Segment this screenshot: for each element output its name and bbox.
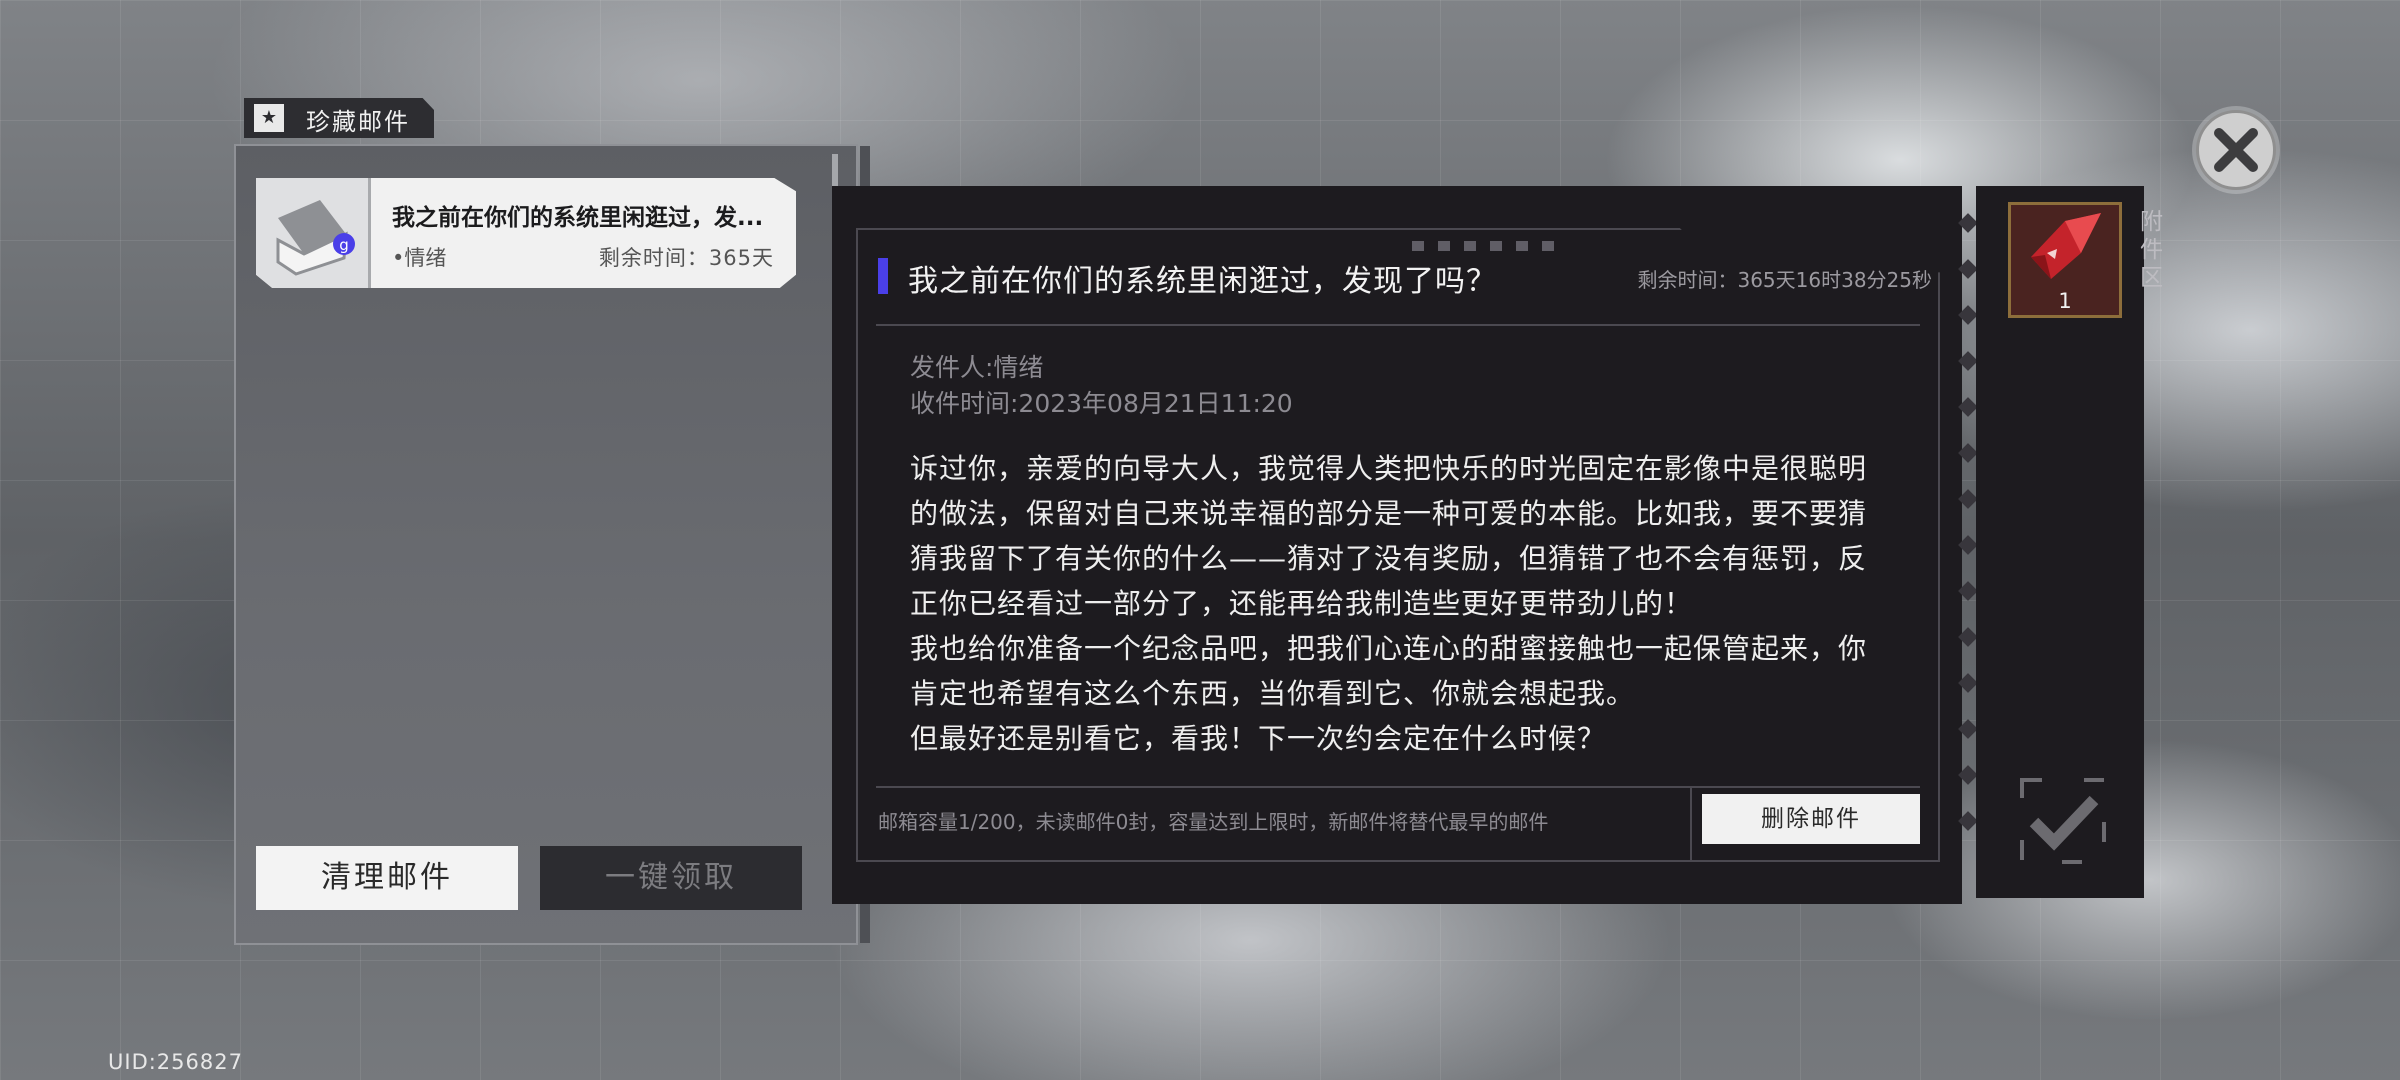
mail-body-paragraph: 诉过你，亲爱的向导大人，我觉得人类把快乐的时光固定在影像中是很聪明的做法，保留对…	[910, 452, 1868, 620]
mail-body-paragraph: 我也给你准备一个纪念品吧，把我们心连心的甜蜜接触也一起保管起来，你肯定也希望有这…	[910, 632, 1868, 710]
mail-sender-line: 发件人:情绪	[910, 353, 1044, 382]
remaining-time-full: 剩余时间：365天16时38分25秒	[1637, 268, 1932, 292]
mail-detail-panel: 我之前在你们的系统里闲逛过，发现了吗？ 剩余时间：365天16时38分25秒 发…	[832, 186, 1978, 904]
user-id: UID:256827	[108, 1050, 243, 1074]
red-crystal-icon	[2031, 213, 2101, 279]
mail-list-panel: g 我之前在你们的系统里闲逛过，发... •情绪 剩余时间：365天 清理邮件 …	[234, 144, 870, 945]
title-accent-bar	[878, 258, 888, 294]
claim-all-button[interactable]: 一键领取	[540, 846, 802, 910]
mail-body: 诉过你，亲爱的向导大人，我觉得人类把快乐的时光固定在影像中是很聪明的做法，保留对…	[910, 446, 1890, 761]
attachment-panel: 1 附件区	[1976, 186, 2163, 898]
clean-mail-button[interactable]: 清理邮件	[256, 846, 518, 910]
mail-remaining-time: 剩余时间：365天	[598, 246, 774, 270]
mail-title: 我之前在你们的系统里闲逛过，发现了吗？	[908, 264, 1497, 299]
attachment-count: 1	[2058, 289, 2072, 313]
footer-vertical-divider	[1690, 788, 1692, 860]
mail-sender: •情绪	[392, 246, 447, 270]
envelope-icon: g	[276, 200, 355, 276]
svg-text:g: g	[339, 236, 349, 254]
mail-received-time: 收件时间:2023年08月21日11:20	[910, 389, 1293, 418]
attachment-item[interactable]: 1	[2008, 202, 2122, 318]
title-divider	[876, 324, 1920, 326]
panel-notches	[1958, 213, 1978, 876]
tab-label: 珍藏邮件	[306, 108, 410, 136]
mail-body-paragraph: 但最好还是别看它，看我！下一次约会定在什么时候？	[910, 722, 1607, 755]
mail-list-icon: ★	[254, 104, 284, 132]
decorative-dots	[1412, 236, 1568, 255]
item-divider	[368, 178, 371, 288]
envelope-icon-box: g	[256, 178, 368, 288]
mailbox-capacity-note: 邮箱容量1/200，未读邮件0封，容量达到上限时，新邮件将替代最早的邮件	[878, 810, 1549, 834]
close-button[interactable]	[2196, 110, 2276, 190]
delete-mail-button[interactable]: 删除邮件	[1702, 794, 1920, 844]
mail-list-item[interactable]: g 我之前在你们的系统里闲逛过，发... •情绪 剩余时间：365天	[256, 178, 796, 288]
mail-subject: 我之前在你们的系统里闲逛过，发...	[392, 205, 764, 231]
close-icon	[2214, 128, 2258, 172]
check-icon[interactable]	[2020, 778, 2106, 864]
footer-divider	[876, 786, 1920, 788]
attachment-area-label: 附件区	[2140, 209, 2163, 291]
collection-mail-tab[interactable]: ★ 珍藏邮件	[244, 98, 434, 138]
